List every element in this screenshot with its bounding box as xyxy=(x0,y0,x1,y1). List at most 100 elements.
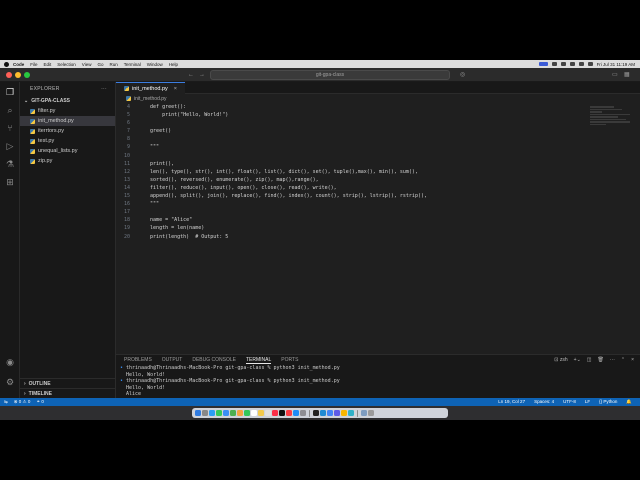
battery-icon[interactable] xyxy=(569,62,575,66)
system-settings-icon[interactable] xyxy=(300,410,306,416)
code-line[interactable]: 9 """ xyxy=(116,143,640,151)
minimize-window-button[interactable] xyxy=(15,72,21,78)
search-icon[interactable]: ⌕ xyxy=(4,104,16,116)
minimap[interactable] xyxy=(590,106,630,146)
app-icon[interactable] xyxy=(334,410,340,416)
finder-icon[interactable] xyxy=(195,410,201,416)
calendar-icon[interactable] xyxy=(251,410,257,416)
code-line[interactable]: 18 name = "Alice" xyxy=(116,216,640,224)
music-icon[interactable] xyxy=(272,410,278,416)
tab-problems[interactable]: PROBLEMS xyxy=(124,357,152,363)
code-editor[interactable]: 4 def greet(): 5 print("Hello, World!") 6 7… xyxy=(116,103,640,354)
file-item[interactable]: filter.py xyxy=(20,106,115,116)
extensions-icon[interactable]: ⊞ xyxy=(4,176,16,188)
menu-help[interactable]: Help xyxy=(169,62,178,67)
menubar-clock[interactable]: Fri Jul 31 11:19 AM xyxy=(597,62,635,67)
code-line[interactable]: 15 append(), split(), join(), replace(),… xyxy=(116,192,640,200)
code-line[interactable]: 19 length = len(name) xyxy=(116,224,640,232)
file-item[interactable]: zip.py xyxy=(20,156,115,166)
tab-debug-console[interactable]: DEBUG CONSOLE xyxy=(192,357,236,363)
forward-arrow-icon[interactable]: → xyxy=(199,71,205,79)
tab-ports[interactable]: PORTS xyxy=(281,357,298,363)
messages-icon[interactable] xyxy=(216,410,222,416)
file-item[interactable]: test.py xyxy=(20,136,115,146)
problems-indicator[interactable]: ⊗ 0 ⚠ 0 xyxy=(14,399,31,405)
terminal-app-icon[interactable] xyxy=(313,410,319,416)
vscode-icon[interactable] xyxy=(320,410,326,416)
run-debug-icon[interactable]: ▷ xyxy=(4,140,16,152)
reminders-icon[interactable] xyxy=(265,410,271,416)
menu-edit[interactable]: Edit xyxy=(44,62,52,67)
zoom-window-button[interactable] xyxy=(24,72,30,78)
timeline-section[interactable]: › TIMELINE xyxy=(20,388,116,398)
code-line[interactable]: 16 """ xyxy=(116,200,640,208)
launchpad-icon[interactable] xyxy=(202,410,208,416)
code-line[interactable]: 6 xyxy=(116,119,640,127)
line-ending[interactable]: LF xyxy=(585,399,590,405)
menu-run[interactable]: Run xyxy=(110,62,118,67)
search-icon[interactable] xyxy=(578,62,584,66)
facetime-icon[interactable] xyxy=(244,410,250,416)
menu-window[interactable]: Window xyxy=(147,62,163,67)
code-line[interactable]: 12 len(), type(), str(), int(), float(),… xyxy=(116,168,640,176)
split-terminal-icon[interactable]: ◫ xyxy=(587,357,592,363)
code-line[interactable]: 7 greet() xyxy=(116,127,640,135)
photos-icon[interactable] xyxy=(237,410,243,416)
more-actions-icon[interactable]: ··· xyxy=(610,357,615,363)
app-icon[interactable] xyxy=(341,410,347,416)
notifications-icon[interactable]: 🔔 xyxy=(626,399,632,405)
status-item-icon[interactable] xyxy=(551,62,557,66)
file-item[interactable]: iterrtors.py xyxy=(20,126,115,136)
chrome-icon[interactable] xyxy=(327,410,333,416)
code-line[interactable]: 14 filter(), reduce(), input(), open(), … xyxy=(116,184,640,192)
testing-icon[interactable]: ⚗ xyxy=(4,158,16,170)
breadcrumb[interactable]: init_method.py xyxy=(116,94,640,103)
code-line[interactable]: 10 xyxy=(116,152,640,160)
ports-indicator[interactable]: ⚭ 0 xyxy=(36,399,44,405)
back-arrow-icon[interactable]: ← xyxy=(188,71,194,79)
language-mode[interactable]: {} Python xyxy=(599,399,617,405)
layout-icon[interactable]: ▦ xyxy=(624,71,630,79)
menu-go[interactable]: Go xyxy=(97,62,103,67)
tab-terminal[interactable]: TERMINAL xyxy=(245,357,272,364)
maps-icon[interactable] xyxy=(230,410,236,416)
terminal-shell-label[interactable]: ⊡ zsh xyxy=(554,357,567,363)
source-control-icon[interactable]: ⑂ xyxy=(4,122,16,134)
remote-icon[interactable]: ⇋ xyxy=(4,399,8,405)
wifi-icon[interactable] xyxy=(560,62,566,66)
menu-file[interactable]: File xyxy=(30,62,37,67)
app-icon[interactable] xyxy=(348,410,354,416)
mail-icon[interactable] xyxy=(223,410,229,416)
tv-icon[interactable] xyxy=(279,410,285,416)
app-store-icon[interactable] xyxy=(293,410,299,416)
safari-icon[interactable] xyxy=(209,410,215,416)
tab-init-method[interactable]: init_method.py × xyxy=(116,82,185,94)
file-item[interactable]: unequal_lists.py xyxy=(20,146,115,156)
close-window-button[interactable] xyxy=(6,72,12,78)
code-line[interactable]: 4 def greet(): xyxy=(116,103,640,111)
trash-icon[interactable]: 🗑 xyxy=(598,357,604,363)
copilot-icon[interactable]: ◎ xyxy=(460,71,465,79)
downloads-folder-icon[interactable] xyxy=(361,410,367,416)
close-tab-icon[interactable]: × xyxy=(174,86,177,92)
code-line[interactable]: 8 xyxy=(116,135,640,143)
code-line[interactable]: 5 print("Hello, World!") xyxy=(116,111,640,119)
project-folder[interactable]: ⌄ GIT-GPA-CLASS xyxy=(20,96,115,106)
tab-output[interactable]: OUTPUT xyxy=(162,357,183,363)
indentation[interactable]: Spaces: 4 xyxy=(534,399,554,405)
code-line[interactable]: 20 print(length) # Output: 5 xyxy=(116,233,640,241)
code-line[interactable]: 13 sorted(), reversed(), enumerate(), zi… xyxy=(116,176,640,184)
control-center-icon[interactable] xyxy=(587,62,593,66)
command-center-search[interactable]: git-gpa-class xyxy=(210,70,450,80)
menu-selection[interactable]: Selection xyxy=(57,62,76,67)
account-icon[interactable]: ◉ xyxy=(4,356,16,368)
status-item-icon[interactable] xyxy=(538,62,548,66)
menu-view[interactable]: View xyxy=(82,62,92,67)
code-line[interactable]: 17 xyxy=(116,208,640,216)
settings-gear-icon[interactable]: ⚙ xyxy=(4,376,16,388)
maximize-panel-icon[interactable]: ⌃ xyxy=(621,357,625,363)
menu-app-name[interactable]: Code xyxy=(13,62,24,67)
outline-section[interactable]: › OUTLINE xyxy=(20,378,116,388)
code-line[interactable]: 11 print(), xyxy=(116,160,640,168)
notes-icon[interactable] xyxy=(258,410,264,416)
